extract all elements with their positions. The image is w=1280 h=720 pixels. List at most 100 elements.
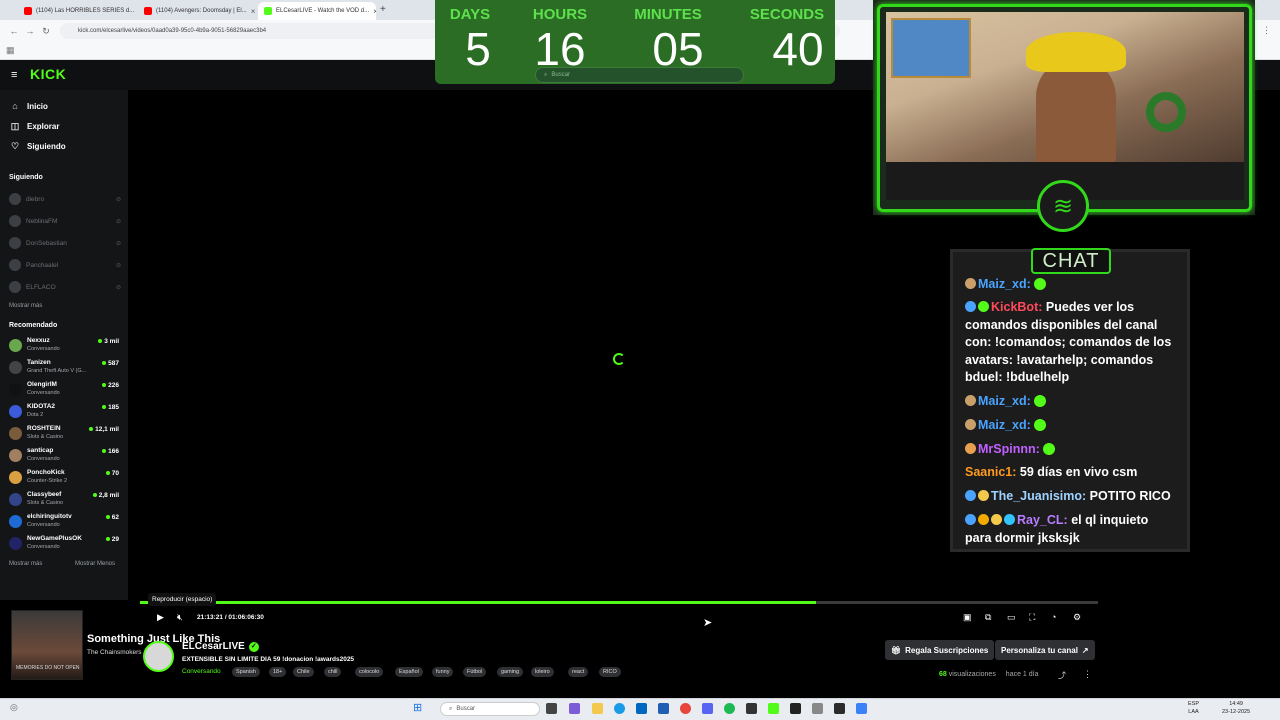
recommended-channel[interactable]: santicap Conversando 166 [9, 446, 121, 466]
tag-chip[interactable]: 18+ [269, 667, 287, 677]
nav-siguiendo[interactable]: ♡ Siguiendo [10, 141, 66, 152]
search-input[interactable]: ⌕ Buscar [535, 67, 744, 83]
language-indicator[interactable]: ESP LAA [1188, 700, 1199, 716]
show-less-recommended[interactable]: Mostrar Menos [75, 561, 115, 567]
share-icon[interactable]: ⤴ [1058, 670, 1066, 681]
stream-category[interactable]: Conversando [182, 668, 221, 675]
chat-username[interactable]: Maiz_xd: [978, 394, 1031, 408]
back-icon[interactable]: ← [6, 26, 22, 36]
now-playing-artist: The Chainsmokers [87, 649, 142, 656]
chat-username[interactable]: Ray_CL: [1017, 513, 1068, 527]
store-icon[interactable] [636, 703, 647, 714]
clip-icon[interactable]: ⧉ [985, 612, 991, 623]
chrome-icon[interactable] [680, 703, 691, 714]
task-view-icon[interactable] [546, 703, 557, 714]
recommended-channel[interactable]: Classybeef Slots & Casino 2,8 mil [9, 490, 121, 510]
browser-tab-active[interactable]: ELCesarLIVE - Watch the VOD d... × [258, 2, 376, 20]
discord-icon[interactable] [702, 703, 713, 714]
mute-icon[interactable]: 🔇︎ [177, 612, 183, 623]
tag-chip[interactable]: loleiro [531, 667, 554, 677]
tag-chip[interactable]: funny [432, 667, 454, 677]
channel-avatar[interactable] [143, 641, 174, 672]
tag-chip[interactable]: Spanish [232, 667, 260, 677]
recommended-channel[interactable]: Tanizen Grand Theft Auto V (G... 587 [9, 358, 121, 378]
channel-name: elchiringuitotv [27, 513, 72, 520]
tag-chip[interactable]: react [568, 667, 589, 677]
edge-icon[interactable] [614, 703, 625, 714]
recommended-channel[interactable]: Nexxuz Conversando 3 mil [9, 336, 121, 356]
app-icon[interactable] [812, 703, 823, 714]
close-icon[interactable]: × [373, 7, 376, 16]
chat-message: Ray_CL: el ql inquieto para dormir jksks… [965, 512, 1177, 547]
tag-chip[interactable]: Fútbol [463, 667, 487, 677]
speed-icon[interactable]: ◔ [1051, 612, 1056, 622]
avatar [9, 383, 22, 396]
chat-username[interactable]: MrSpinnn: [978, 442, 1040, 456]
chat-username[interactable]: Saanic1: [965, 465, 1016, 479]
taskbar-search[interactable]: ⌕ Buscar [440, 702, 540, 716]
following-item[interactable]: NeblinaFM ⊘ [9, 215, 121, 227]
close-icon[interactable]: × [251, 7, 256, 16]
reload-icon[interactable]: ↻ [38, 26, 54, 37]
settings-gear-icon[interactable]: ⚙ [1073, 612, 1081, 623]
chat-username[interactable]: The_Juanisimo: [991, 489, 1086, 503]
chat-username[interactable]: Maiz_xd: [978, 277, 1031, 291]
browser-tab[interactable]: (1104) Las HORRIBLES SERIES d... × [18, 2, 136, 20]
app-icon[interactable] [569, 703, 580, 714]
tag-chip[interactable]: RICO [599, 667, 621, 677]
tag-chip[interactable]: colocolo [355, 667, 384, 677]
terminal-icon[interactable] [790, 703, 801, 714]
app-icon[interactable] [658, 703, 669, 714]
apps-icon[interactable]: ▦ [6, 45, 15, 56]
browser-tab[interactable]: (1104) Avengers: Doomsday | El... × [138, 2, 256, 20]
hamburger-icon[interactable]: ≡ [11, 69, 17, 81]
app-icon[interactable] [746, 703, 757, 714]
channel-name: PonchoKick [27, 469, 65, 476]
tag-chip[interactable]: Español [395, 667, 423, 677]
recommended-channel[interactable]: OlengirlM Conversando 226 [9, 380, 121, 400]
following-item[interactable]: ELFLACO ⊘ [9, 281, 121, 293]
app-icon[interactable] [834, 703, 845, 714]
menu-icon[interactable]: ⋮ [1262, 25, 1271, 36]
following-name: NeblinaFM [26, 217, 58, 225]
kick-icon[interactable] [768, 703, 779, 714]
file-explorer-icon[interactable] [592, 703, 603, 714]
badge-icon [965, 419, 976, 430]
channel-name[interactable]: ELCesarLIVE ✓ [182, 641, 259, 652]
kick-logo[interactable]: KICK [30, 66, 66, 82]
system-clock[interactable]: 14:49 23-12-2025 [1222, 700, 1250, 716]
chat-username[interactable]: Maiz_xd: [978, 418, 1031, 432]
channel-name-text: ELCesarLIVE [182, 641, 245, 652]
theater-mode-icon[interactable]: ▭ [1007, 612, 1016, 623]
nav-inicio[interactable]: ⌂ Inicio [10, 101, 48, 111]
fullscreen-icon[interactable]: ⛶ [1029, 612, 1035, 623]
recommended-channel[interactable]: NewGamePlusOK Conversando 29 [9, 534, 121, 554]
nav-explorar[interactable]: ◫ Explorar [10, 121, 60, 132]
badge-icon [965, 443, 976, 454]
verified-icon: ✓ [248, 641, 259, 652]
following-item[interactable]: diebro ⊘ [9, 193, 121, 205]
following-item[interactable]: DonSebastian ⊘ [9, 237, 121, 249]
recommended-channel[interactable]: PonchoKick Counter-Strike 2 70 [9, 468, 121, 488]
following-item[interactable]: Panchaalel ⊘ [9, 259, 121, 271]
start-icon[interactable]: ⊞ [413, 701, 422, 714]
show-more-recommended[interactable]: Mostrar más [9, 561, 42, 567]
play-icon[interactable]: ▶ [157, 612, 164, 623]
forward-icon[interactable]: → [22, 26, 38, 36]
recommended-channel[interactable]: KIDOTA2 Dota 2 185 [9, 402, 121, 422]
pip-icon[interactable]: ▣ [963, 612, 972, 623]
show-more-following[interactable]: Mostrar más [9, 303, 42, 309]
recommended-channel[interactable]: ROSHTEIN Slots & Casino 12,1 mil [9, 424, 121, 444]
spotify-icon[interactable] [724, 703, 735, 714]
tag-chip[interactable]: chill [324, 667, 342, 677]
more-options-icon[interactable]: ⋮ [1083, 669, 1092, 680]
customize-channel-button[interactable]: Personaliza tu canal ↗ [995, 640, 1095, 660]
gift-subscriptions-button[interactable]: 🎁︎ Regala Suscripciones [885, 640, 995, 660]
app-icon[interactable] [856, 703, 867, 714]
tag-chip[interactable]: gaming [497, 667, 524, 677]
weather-icon[interactable]: ◎ [10, 702, 18, 713]
tag-chip[interactable]: Chile [293, 667, 314, 677]
chat-username[interactable]: KickBot: [991, 300, 1042, 314]
recommended-channel[interactable]: elchiringuitotv Conversando 62 [9, 512, 121, 532]
new-tab-button[interactable]: + [380, 4, 386, 15]
